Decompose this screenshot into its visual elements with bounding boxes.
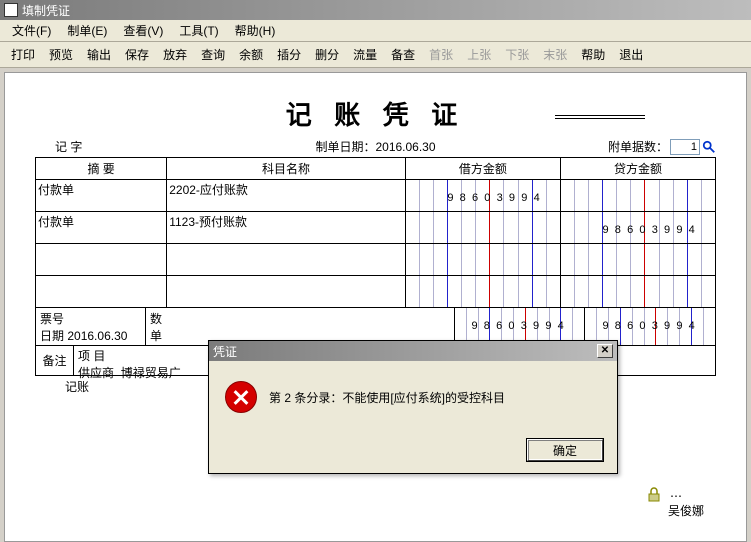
tool-balance[interactable]: 余额 (232, 46, 270, 63)
tool-help[interactable]: 帮助 (574, 46, 612, 63)
menubar: 文件(F) 制单(E) 查看(V) 工具(T) 帮助(H) (0, 20, 751, 42)
journal-label: 记账 (65, 378, 125, 395)
document-title: 记 账 凭 证 (35, 95, 716, 132)
dialog-message: 第 2 条分录：不能使用[应付系统]的受控科目 (269, 389, 505, 406)
cell-summary[interactable]: 付款单 (36, 212, 167, 244)
qty-label: 数 (150, 310, 450, 327)
cell-summary[interactable] (36, 276, 167, 308)
tool-memo[interactable]: 备查 (384, 46, 422, 63)
title-underline-2 (555, 118, 645, 119)
menu-tools[interactable]: 工具(T) (171, 22, 226, 39)
col-debit: 借方金额 (405, 158, 560, 180)
window-title: 填制凭证 (22, 2, 747, 19)
foot-date-label: 日期 (40, 329, 64, 343)
menu-help[interactable]: 帮助(H) (227, 22, 284, 39)
menu-voucher[interactable]: 制单(E) (59, 22, 115, 39)
date-value: 2016.06.30 (375, 140, 435, 154)
cell-summary[interactable]: 付款单 (36, 180, 167, 212)
dialog-close-button[interactable]: ✕ (597, 344, 613, 358)
col-summary: 摘 要 (36, 158, 167, 180)
cell-credit[interactable] (560, 244, 715, 276)
toolbar: 打印 预览 输出 保存 放弃 查询 余额 插分 删分 流量 备查 首张 上张 下… (0, 42, 751, 68)
remark-label: 备注 (36, 346, 74, 375)
tool-delete[interactable]: 删分 (308, 46, 346, 63)
tool-query[interactable]: 查询 (194, 46, 232, 63)
error-dialog: 凭证 ✕ 第 2 条分录：不能使用[应付系统]的受控科目 确定 (208, 340, 618, 474)
col-credit: 贷方金额 (560, 158, 715, 180)
table-row[interactable]: 付款单1123-预付账款 98603994 (36, 212, 716, 244)
error-icon (225, 381, 257, 413)
voucher-table: 摘 要 科目名称 借方金额 贷方金额 付款单2202-应付账款98603994付… (35, 157, 716, 308)
title-underline (555, 115, 645, 116)
tool-preview[interactable]: 预览 (42, 46, 80, 63)
tool-exit[interactable]: 退出 (612, 46, 650, 63)
tool-save[interactable]: 保存 (118, 46, 156, 63)
attachment-input[interactable] (670, 139, 700, 155)
cell-credit[interactable] (560, 276, 715, 308)
tool-last: 末张 (536, 46, 574, 63)
tool-export[interactable]: 输出 (80, 46, 118, 63)
cell-debit[interactable]: 98603994 (405, 180, 560, 212)
table-row[interactable] (36, 276, 716, 308)
voucher-type-label: 记 字 (35, 138, 195, 155)
cell-summary[interactable] (36, 244, 167, 276)
foot-date: 2016.06.30 (67, 329, 127, 343)
tool-print[interactable]: 打印 (4, 46, 42, 63)
supplier-name: 博禄贸易广 (121, 366, 181, 380)
dialog-title: 凭证 (213, 343, 597, 360)
date-label: 制单日期： (315, 140, 375, 154)
app-icon (4, 3, 18, 17)
cell-debit[interactable] (405, 212, 560, 244)
cell-debit[interactable] (405, 244, 560, 276)
window-titlebar: 填制凭证 (0, 0, 751, 20)
col-subject: 科目名称 (167, 158, 406, 180)
cell-debit[interactable] (405, 276, 560, 308)
menu-file[interactable]: 文件(F) (4, 22, 59, 39)
cell-subject[interactable] (167, 276, 406, 308)
tool-flow[interactable]: 流量 (346, 46, 384, 63)
tool-next: 下张 (498, 46, 536, 63)
attachment-label: 附单据数： (608, 138, 668, 155)
tool-first: 首张 (422, 46, 460, 63)
table-row[interactable]: 付款单2202-应付账款98603994 (36, 180, 716, 212)
bill-no-label: 票号 (40, 310, 141, 327)
search-icon[interactable] (702, 140, 716, 154)
tool-abandon[interactable]: 放弃 (156, 46, 194, 63)
cell-subject[interactable]: 1123-预付账款 (167, 212, 406, 244)
cell-credit[interactable] (560, 180, 715, 212)
cell-subject[interactable]: 2202-应付账款 (167, 180, 406, 212)
voucher-date: 制单日期：2016.06.30 (195, 138, 556, 155)
tool-insert[interactable]: 插分 (270, 46, 308, 63)
cell-subject[interactable] (167, 244, 406, 276)
table-row[interactable] (36, 244, 716, 276)
more-icon[interactable]: ⋯ (670, 489, 682, 503)
lock-icon (646, 487, 662, 503)
reviewer-name: 吴俊娜 (668, 502, 704, 519)
tool-prev: 上张 (460, 46, 498, 63)
menu-view[interactable]: 查看(V) (115, 22, 171, 39)
dialog-ok-button[interactable]: 确定 (527, 439, 603, 461)
cell-credit[interactable]: 98603994 (560, 212, 715, 244)
